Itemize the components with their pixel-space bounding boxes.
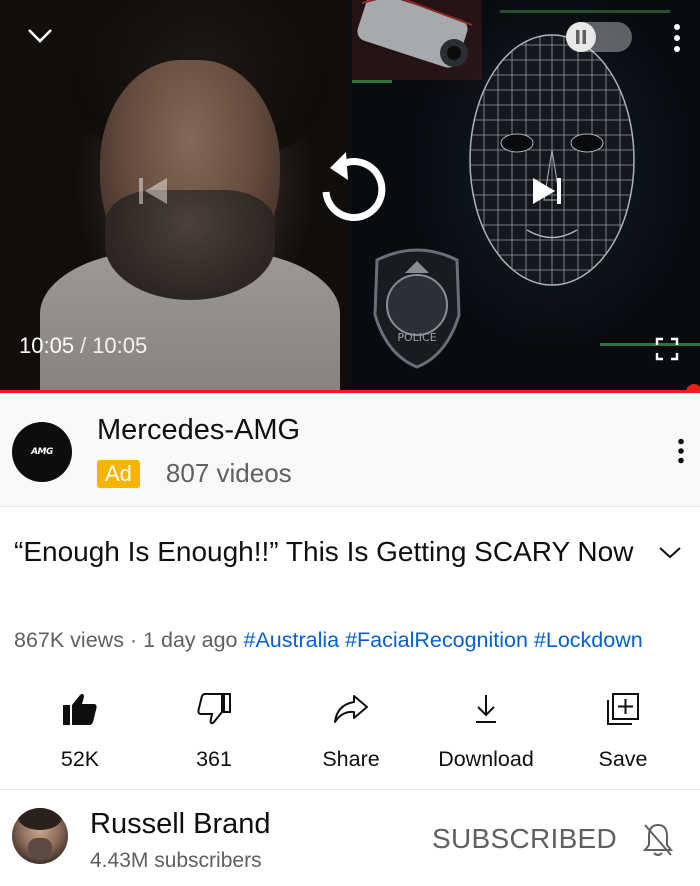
ad-badge: Ad [97,459,140,488]
divider [0,789,700,790]
action-bar: 52K 361 Share Download Save [0,685,700,785]
overlay-line [500,10,670,13]
next-button[interactable] [524,168,570,214]
playlist-add-icon [607,693,639,725]
thumb-down-icon [197,693,231,725]
advertiser-name[interactable]: Mercedes-AMG [97,414,300,447]
progress-scrubber[interactable] [686,384,700,393]
thumb-up-filled-icon [63,693,97,725]
video-duration: 10:05 [92,333,148,358]
save-label: Save [598,747,648,771]
download-icon [476,695,496,723]
video-player[interactable]: POLICE 10:05 / 10:05 [0,0,700,393]
ad-meta: Ad 807 videos [97,458,292,489]
more-vert-icon [678,438,684,464]
notification-bell-button[interactable] [640,820,676,860]
advertiser-logo[interactable]: AMG [12,422,72,482]
hashtag-link[interactable]: #Australia [244,628,340,652]
dislike-button[interactable]: 361 [174,685,254,785]
skip-next-icon [533,178,561,204]
time-display: 10:05 / 10:05 [19,333,147,359]
replay-button[interactable] [312,143,392,233]
video-meta: 867K views · 1 day ago #Australia #Facia… [14,628,643,653]
channel-avatar[interactable] [12,808,68,864]
save-button[interactable]: Save [583,685,663,785]
video-title[interactable]: “Enough Is Enough!!” This Is Getting SCA… [14,530,634,574]
replay-icon [322,152,386,221]
overlay-line [352,80,392,83]
current-time: 10:05 [19,333,75,358]
time-separator: / [80,333,87,358]
like-count: 52K [60,747,100,771]
ad-banner[interactable]: AMG Mercedes-AMG Ad 807 videos [0,395,700,507]
hashtag-link[interactable]: #FacialRecognition [345,628,528,652]
like-button[interactable]: 52K [40,685,120,785]
download-label: Download [438,747,534,771]
view-count: 867K views [14,628,124,652]
previous-button[interactable] [130,168,176,214]
ad-more-button[interactable] [666,433,696,469]
bell-off-icon [642,823,674,856]
progress-bar[interactable] [0,384,700,393]
skip-previous-icon [139,178,167,204]
upload-age: 1 day ago [143,628,238,652]
pause-icon [566,22,596,52]
more-options-button[interactable] [662,18,692,58]
channel-name[interactable]: Russell Brand [90,808,271,841]
ad-videos-count: 807 videos [165,458,292,488]
autoplay-toggle[interactable] [566,22,632,52]
expand-description-button[interactable] [652,538,688,568]
hashtag-link[interactable]: #Lockdown [534,628,643,652]
share-icon [334,695,368,723]
overlay-line [600,343,700,346]
collapse-button[interactable] [22,22,58,50]
fullscreen-button[interactable] [652,334,682,364]
chevron-down-icon [28,29,52,43]
subscriber-count: 4.43M subscribers [90,849,262,872]
subscribed-button[interactable]: SUBSCRIBED [432,823,617,855]
share-button[interactable]: Share [306,685,396,785]
meta-dot: · [123,628,144,652]
dislike-count: 361 [196,747,232,771]
amg-logo-text: AMG [31,447,53,457]
fullscreen-icon [655,337,679,361]
download-button[interactable]: Download [426,685,546,785]
share-label: Share [322,747,380,771]
chevron-down-icon [659,547,681,559]
more-vert-icon [674,24,680,52]
